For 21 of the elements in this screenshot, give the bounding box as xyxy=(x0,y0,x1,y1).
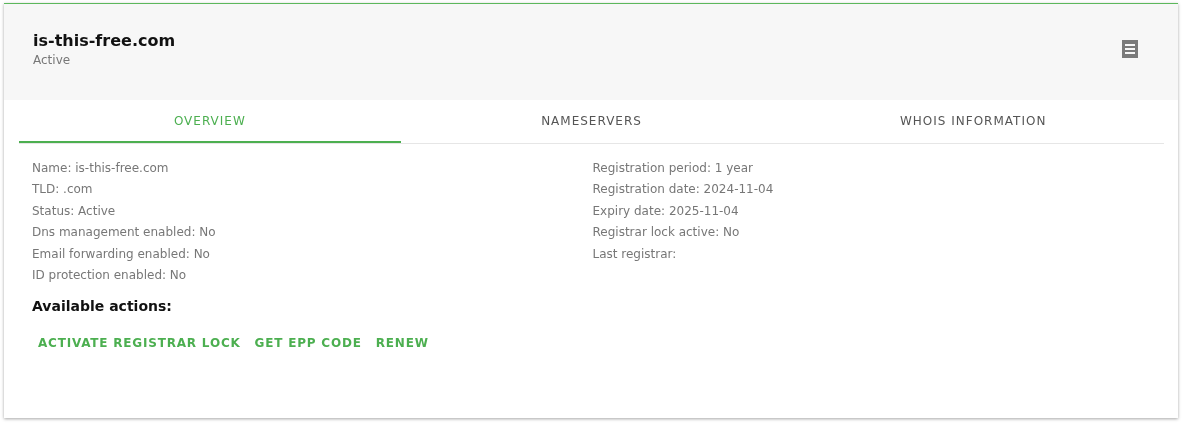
detail-text: Registrar lock active: No xyxy=(592,224,741,241)
domain-status: Active xyxy=(33,53,72,67)
detail-text: Last registrar: xyxy=(592,245,678,263)
tab[interactable]: NAMESERVERS xyxy=(400,100,783,143)
detail-text: TLD: .com xyxy=(32,181,94,198)
detail-text: Registration date: 2024-11-04 xyxy=(592,181,775,198)
action-button[interactable]: GET EPP CODE xyxy=(250,332,366,355)
detail-text: Email forwarding enabled: No xyxy=(32,245,211,263)
document-icon[interactable] xyxy=(1122,40,1138,58)
detail-text: Name: is-this-free.com xyxy=(32,160,170,177)
action-button[interactable]: RENEW xyxy=(371,332,433,355)
actions-heading: Available actions: xyxy=(32,298,173,315)
domain-title: is-this-free.com xyxy=(33,31,176,50)
detail-text: Expiry date: 2025-11-04 xyxy=(592,202,740,220)
tab[interactable]: OVERVIEW xyxy=(19,100,401,143)
detail-text: ID protection enabled: No xyxy=(32,267,188,284)
action-button[interactable]: ACTIVATE REGISTRAR LOCK xyxy=(34,332,245,355)
detail-text: Dns management enabled: No xyxy=(32,224,217,241)
detail-text: Registration period: 1 year xyxy=(592,160,754,177)
detail-text: Status: Active xyxy=(32,202,117,220)
tab[interactable]: WHOIS INFORMATION xyxy=(782,100,1164,143)
